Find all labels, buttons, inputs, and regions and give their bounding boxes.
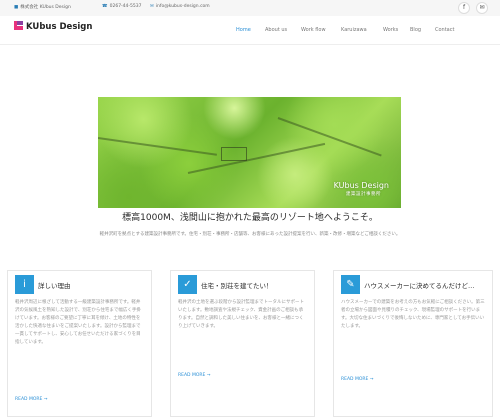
top-bar: ■ 株式会社 KUbus Design ☎ 0267-44-5537 ✉ info@k… [0,0,500,16]
nav-contact[interactable]: Contact [435,27,454,33]
nav-about-us[interactable]: About us [265,27,287,33]
card-title: 詳しい理由 [38,282,71,290]
read-more-link[interactable]: READ MORE → [178,373,211,378]
hero-image: KUbus Design 建築設計事務所 [98,97,401,208]
nav-works[interactable]: Works [383,27,398,33]
nav-work-flow[interactable]: Work flow [301,27,326,33]
branch-shape [187,142,326,174]
feature-card: ✎ ハウスメーカーに決めてるんだけど… ハウスメーカーでの建築をお考えの方もお気… [333,270,493,417]
hero-sign-shape [221,147,247,161]
branch-shape [98,137,217,156]
envelope-icon[interactable]: ✉ [476,2,488,14]
building-icon: ■ [14,5,19,10]
card-title: 住宅・別荘を建てたい！ [201,282,273,290]
email-link[interactable]: ✉ info@kubus-design.com [150,4,210,9]
hero-subtitle: 建築設計事務所 [346,192,381,197]
nav-home[interactable]: Home [236,27,251,33]
phone-icon: ☎ [102,4,108,9]
card-text: 軽井沢周辺に根ざして活動する一級建築設計事務所です。軽井沢の気候風土を熟知した設… [15,300,141,345]
facebook-icon[interactable]: f [458,2,470,14]
card-text: 軽井沢の土地を選ぶ段階から設計監理までトータルにサポートいたします。敷地調査や法… [178,300,304,329]
page-subline: 軽井沢町を拠点とする建築設計事務所です。住宅・別荘・事務所・店舗等、お客様にあっ… [99,232,401,237]
phone-link[interactable]: ☎ 0267-44-5537 [102,4,142,9]
page-tagline: 標高1000M、浅間山に抱かれた最高のリゾート地へようこそ。 [122,213,378,223]
card-title: ハウスメーカーに決めてるんだけど… [364,282,475,290]
company-name: ■ 株式会社 KUbus Design [14,5,71,10]
feature-card: ✓ 住宅・別荘を建てたい！ 軽井沢の土地を選ぶ段階から設計監理までトータルにサポ… [170,270,315,417]
nav-blog[interactable]: Blog [410,27,421,33]
site-logo[interactable]: KUbus Design [14,21,92,32]
read-more-link[interactable]: READ MORE → [15,397,48,402]
edit-icon: ✎ [341,275,360,294]
feature-card: i 詳しい理由 軽井沢周辺に根ざして活動する一級建築設計事務所です。軽井沢の気候… [7,270,152,417]
logo-mark-icon [14,21,23,30]
card-text: ハウスメーカーでの建築をお考えの方もお気軽にご相談ください。第三者の立場から図面… [341,300,485,329]
hero-title: KUbus Design [333,181,389,190]
info-icon: i [15,275,34,294]
check-icon: ✓ [178,275,197,294]
mail-icon: ✉ [150,4,154,9]
read-more-link[interactable]: READ MORE → [341,377,374,382]
header-divider [0,44,500,45]
nav-karuizawa[interactable]: Karuizawa [341,27,367,33]
